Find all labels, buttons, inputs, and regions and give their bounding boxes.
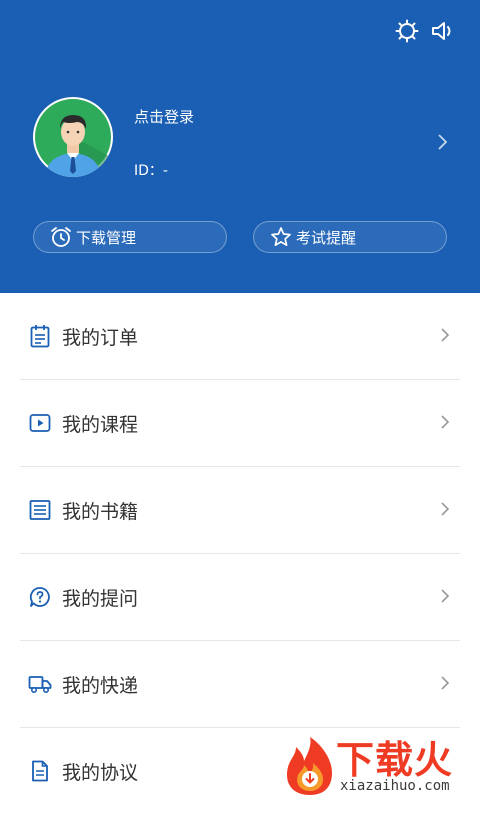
exam-reminder-label: 考试提醒 bbox=[296, 228, 357, 247]
menu-item-orders[interactable]: 我的订单 bbox=[20, 293, 460, 380]
chevron-right-icon bbox=[440, 501, 450, 517]
menu-item-label: 我的提问 bbox=[62, 587, 139, 610]
watermark-brand: 下载火 bbox=[336, 738, 454, 782]
volume-icon[interactable] bbox=[430, 18, 456, 44]
question-icon bbox=[28, 585, 52, 609]
clipboard-icon bbox=[28, 324, 52, 348]
star-icon bbox=[270, 226, 292, 248]
flame-logo-icon bbox=[286, 737, 332, 795]
menu-item-delivery[interactable]: 我的快递 bbox=[20, 641, 460, 728]
menu-item-questions[interactable]: 我的提问 bbox=[20, 554, 460, 641]
user-id-label: ID：- bbox=[134, 163, 168, 179]
watermark-url: xiazaihuo.com bbox=[340, 778, 450, 794]
download-manager-label: 下载管理 bbox=[76, 228, 137, 247]
exam-reminder-button[interactable]: 考试提醒 bbox=[253, 221, 447, 253]
menu-item-label: 我的课程 bbox=[62, 413, 139, 436]
play-icon bbox=[28, 411, 52, 435]
avatar[interactable] bbox=[33, 97, 113, 177]
menu-item-label: 我的协议 bbox=[62, 761, 139, 784]
download-manager-button[interactable]: 下载管理 bbox=[33, 221, 227, 253]
chevron-right-icon bbox=[440, 414, 450, 430]
chevron-right-icon bbox=[440, 675, 450, 691]
login-link[interactable]: 点击登录 bbox=[134, 106, 194, 127]
menu-item-courses[interactable]: 我的课程 bbox=[20, 380, 460, 467]
menu-item-label: 我的快递 bbox=[62, 674, 139, 697]
chevron-right-icon bbox=[440, 327, 450, 343]
menu-item-books[interactable]: 我的书籍 bbox=[20, 467, 460, 554]
menu-item-label: 我的书籍 bbox=[62, 500, 139, 523]
alarm-clock-icon bbox=[50, 226, 72, 248]
menu-item-label: 我的订单 bbox=[62, 326, 139, 349]
book-icon bbox=[28, 498, 52, 522]
chevron-right-icon bbox=[440, 588, 450, 604]
document-icon bbox=[28, 759, 52, 783]
chevron-right-icon[interactable] bbox=[434, 132, 450, 152]
truck-icon bbox=[28, 672, 52, 696]
watermark-logo: 下载火 xiazaihuo.com bbox=[282, 735, 477, 797]
profile-header: 点击登录 ID：- 下载管理 考试提醒 bbox=[0, 0, 480, 293]
settings-icon[interactable] bbox=[394, 18, 420, 44]
